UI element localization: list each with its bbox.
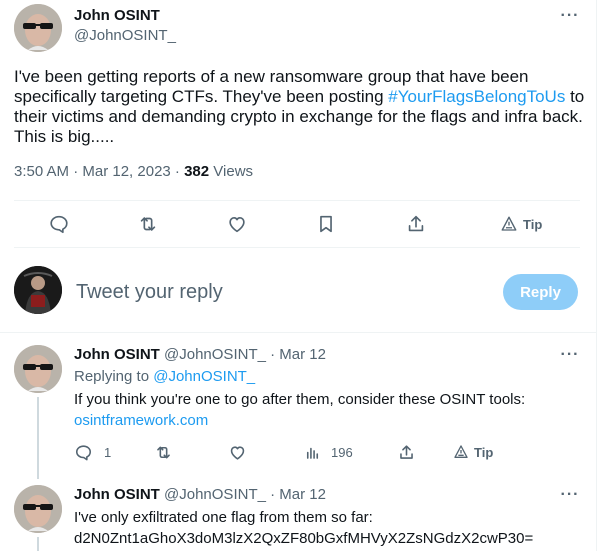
avatar[interactable] — [14, 485, 62, 533]
views-count: 196 — [331, 444, 353, 460]
share-icon[interactable] — [405, 212, 427, 236]
reply-tweet[interactable]: John OSINT @JohnOSINT_ · Mar 12 ··· I've… — [0, 473, 596, 551]
more-dots-icon[interactable]: ··· — [558, 8, 582, 30]
reply-header: John OSINT @JohnOSINT_ · Mar 12 — [74, 486, 326, 503]
thread-line — [37, 397, 39, 479]
separator-dot: · — [270, 486, 276, 503]
encoded-string: d2N0Znt1aGhoX3doM3lzX2QxZF80bGxfMHVyX2Zs… — [74, 530, 534, 547]
tip-icon — [454, 445, 468, 458]
avatar[interactable] — [14, 345, 62, 393]
replying-prefix: Replying to — [74, 368, 154, 385]
timestamp[interactable]: 3:50 AM · Mar 12, 2023 · — [14, 163, 184, 180]
current-user-avatar[interactable] — [14, 266, 62, 314]
hashtag-link[interactable]: #YourFlagsBelongToUs — [388, 87, 565, 106]
reply-text-line: If you think you're one to go after them… — [74, 391, 526, 408]
bookmark-icon[interactable] — [315, 212, 337, 236]
reply-action[interactable]: 1 — [74, 442, 111, 462]
views-count: 382 — [184, 163, 210, 180]
external-link[interactable]: osintframework.com — [74, 410, 584, 431]
replying-to-handle[interactable]: @JohnOSINT_ — [153, 368, 255, 385]
reply-count: 1 — [104, 444, 112, 460]
thread-line — [37, 537, 39, 551]
replying-to: Replying to @JohnOSINT_ — [74, 368, 255, 385]
views-bar-icon — [306, 447, 319, 459]
reply-header: John OSINT @JohnOSINT_ · Mar 12 — [74, 346, 326, 363]
reply-author-handle[interactable]: @JohnOSINT_ — [164, 486, 266, 503]
reply-date[interactable]: Mar 12 — [279, 346, 326, 363]
tip-icon — [501, 216, 517, 231]
separator-dot: · — [270, 346, 276, 363]
tweet-text: I've been getting reports of a new ranso… — [14, 67, 588, 147]
reply-author-handle[interactable]: @JohnOSINT_ — [164, 346, 266, 363]
reply-text-line: I've only exfiltrated one flag from them… — [74, 509, 373, 526]
views-label: Views — [209, 163, 254, 180]
heart-icon[interactable] — [226, 212, 248, 236]
more-dots-icon[interactable]: ··· — [558, 347, 582, 369]
reply-button[interactable]: Reply — [503, 274, 578, 310]
action-bar: Tip — [14, 201, 580, 247]
tip-button[interactable]: Tip — [500, 212, 542, 236]
author-name[interactable]: John OSINT — [74, 7, 160, 24]
share-icon[interactable] — [397, 442, 416, 462]
tweet-detail-page: John OSINT @JohnOSINT_ ··· I've been get… — [0, 0, 611, 551]
author-handle[interactable]: @JohnOSINT_ — [74, 27, 176, 44]
reply-tweet[interactable]: John OSINT @JohnOSINT_ · Mar 12 ··· Repl… — [0, 333, 596, 479]
reply-date[interactable]: Mar 12 — [279, 486, 326, 503]
avatar[interactable] — [14, 4, 62, 52]
reply-text: I've only exfiltrated one flag from them… — [74, 507, 594, 549]
divider — [14, 247, 580, 248]
tip-label: Tip — [523, 216, 543, 232]
reply-bubble-icon — [75, 444, 92, 460]
tweet-meta: 3:50 AM · Mar 12, 2023 · 382 Views — [14, 163, 253, 180]
reply-bubble-icon[interactable] — [48, 212, 70, 236]
retweet-icon[interactable] — [154, 442, 173, 462]
views-action[interactable]: 196 — [303, 442, 353, 462]
tip-button[interactable]: Tip — [453, 442, 493, 462]
tip-label: Tip — [474, 444, 494, 460]
more-dots-icon[interactable]: ··· — [558, 487, 582, 509]
reply-author-name[interactable]: John OSINT — [74, 346, 160, 363]
reply-author-name[interactable]: John OSINT — [74, 486, 160, 503]
retweet-icon[interactable] — [137, 212, 159, 236]
reply-input[interactable] — [76, 279, 476, 305]
reply-text: If you think you're one to go after them… — [74, 389, 584, 431]
column-border — [596, 0, 597, 551]
heart-icon[interactable] — [228, 442, 247, 462]
